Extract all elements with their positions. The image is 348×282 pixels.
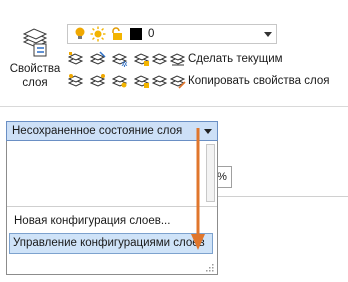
chevron-down-icon[interactable] — [264, 32, 272, 37]
layer-on-icon[interactable] — [68, 73, 84, 89]
make-current-label[interactable]: Сделать текущим — [188, 53, 283, 65]
annotation-arrow-icon — [191, 128, 205, 250]
layer-walk-icon[interactable] — [152, 73, 168, 89]
layer-properties-icon — [22, 28, 48, 57]
layer-dropdown[interactable]: 0 — [67, 24, 277, 44]
lightbulb-on-icon — [75, 27, 85, 39]
layer-previous-icon[interactable] — [152, 51, 168, 67]
list-separator — [7, 206, 217, 207]
layer-match-icon[interactable] — [90, 73, 106, 89]
layer-lock-icon[interactable] — [134, 51, 150, 67]
layer-properties-label-2: слоя — [22, 77, 48, 89]
layer-isolate-icon[interactable] — [68, 51, 84, 67]
make-current-icon[interactable] — [170, 51, 186, 67]
resize-grip-icon[interactable] — [206, 264, 214, 272]
copy-properties-label[interactable]: Копировать свойства слоя — [188, 75, 329, 87]
new-layer-state-item[interactable]: Новая конфигурация слоев... — [14, 215, 170, 227]
layer-off-icon[interactable] — [90, 51, 106, 67]
padlock-icon — [112, 27, 122, 40]
background-divider — [218, 196, 348, 197]
layer-state-dropdown[interactable]: Несохраненное состояние слоя — [6, 121, 218, 141]
ribbon-separator — [0, 106, 348, 107]
layer-state-value: Несохраненное состояние слоя — [12, 125, 183, 137]
sun-thaw-icon — [90, 26, 106, 42]
copy-properties-icon[interactable] — [170, 73, 186, 89]
layer-properties-button[interactable]: Свойства слоя — [6, 24, 64, 94]
list-scrollbar[interactable] — [206, 144, 215, 202]
layer-color-swatch — [130, 28, 142, 40]
layer-unlock-icon[interactable] — [134, 73, 150, 89]
layer-thaw-icon[interactable] — [112, 73, 128, 89]
layer-freeze-icon[interactable]: ✲ — [112, 51, 128, 67]
layer-properties-label-1: Свойства — [9, 63, 61, 75]
manage-layer-states-item[interactable]: Управление конфигурациями слоев — [9, 233, 213, 254]
layer-state-list: Новая конфигурация слоев... Управление к… — [6, 141, 218, 275]
manage-layer-states-label: Управление конфигурациями слоев — [13, 237, 205, 249]
layer-name: 0 — [148, 28, 155, 40]
svg-text:✲: ✲ — [121, 60, 128, 67]
